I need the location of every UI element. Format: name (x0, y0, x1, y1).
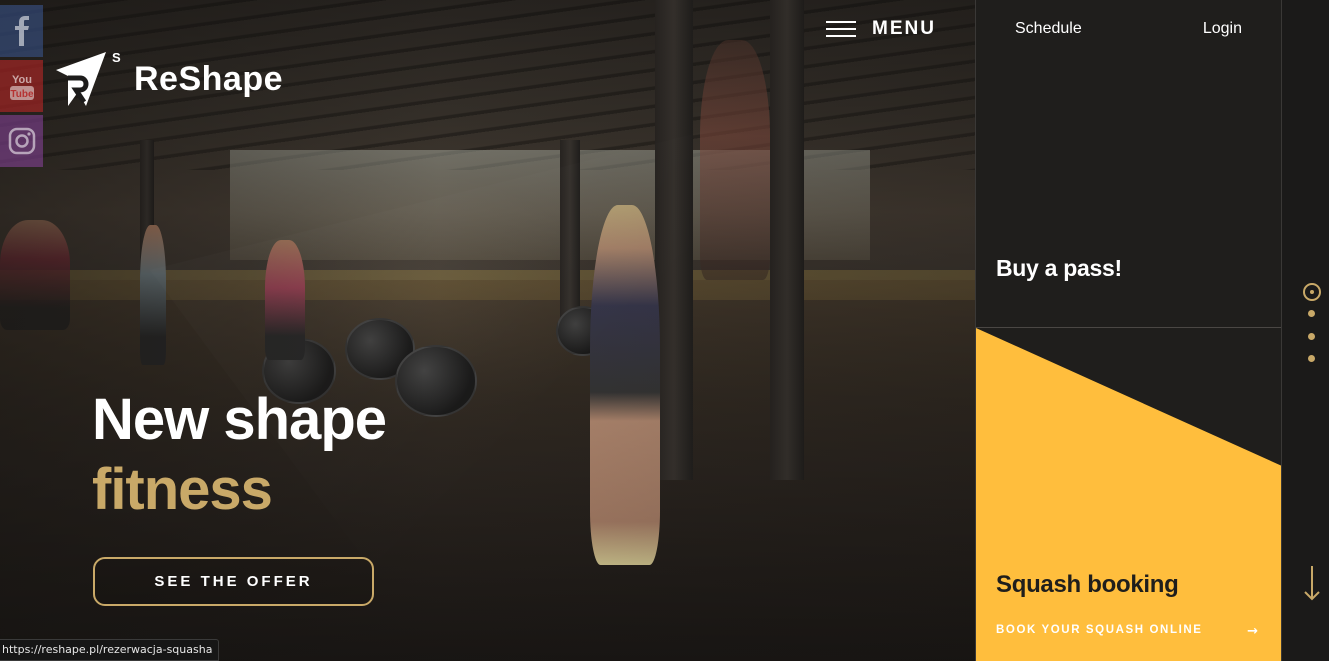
schedule-link[interactable]: Schedule (1015, 20, 1082, 38)
facebook-icon[interactable] (0, 5, 43, 57)
slider-rail (1281, 0, 1329, 661)
menu-label: MENU (872, 18, 936, 39)
squash-booking-card[interactable]: Squash booking BOOK YOUR SQUASH ONLINE → (976, 328, 1282, 661)
arrow-right-icon: → (1247, 624, 1258, 639)
svg-text:You: You (12, 74, 32, 86)
book-squash-online-link[interactable]: BOOK YOUR SQUASH ONLINE (996, 624, 1203, 636)
buy-a-pass-link[interactable]: Buy a pass! (996, 255, 1122, 282)
right-panel: Schedule Login Buy a pass! Squash bookin… (975, 0, 1282, 661)
svg-text:Tube: Tube (10, 89, 34, 100)
squash-card-background (976, 328, 1282, 661)
brand-name: ReShape (134, 59, 283, 98)
youtube-icon[interactable]: You Tube (0, 60, 43, 112)
scroll-down-arrow-icon[interactable] (1303, 566, 1321, 602)
status-bar-url: https://reshape.pl/rezerwacja-squasha (0, 639, 220, 661)
svg-text:S: S (112, 50, 121, 65)
slider-dot[interactable] (1308, 333, 1315, 340)
login-link[interactable]: Login (1203, 20, 1242, 38)
instagram-icon[interactable] (0, 115, 43, 167)
hero-headline-line2: fitness (92, 457, 273, 522)
slider-dot[interactable] (1308, 355, 1315, 362)
slider-dot-active[interactable] (1303, 283, 1321, 301)
hero-headline: New shape fitness (92, 385, 387, 525)
slider-dot[interactable] (1308, 310, 1315, 317)
hamburger-icon (826, 21, 856, 37)
reshape-logo-icon: S (56, 50, 121, 106)
reshape-logo[interactable]: S ReShape (54, 48, 283, 110)
squash-booking-title: Squash booking (996, 571, 1179, 598)
social-links: You Tube (0, 5, 43, 170)
hero-headline-line1: New shape (92, 387, 387, 452)
see-the-offer-button[interactable]: SEE THE OFFER (93, 557, 374, 606)
page: You Tube S ReShape MENU New shape fitnes… (0, 0, 1329, 661)
top-links: Schedule Login (976, 20, 1282, 44)
menu-button[interactable]: MENU (826, 18, 936, 40)
